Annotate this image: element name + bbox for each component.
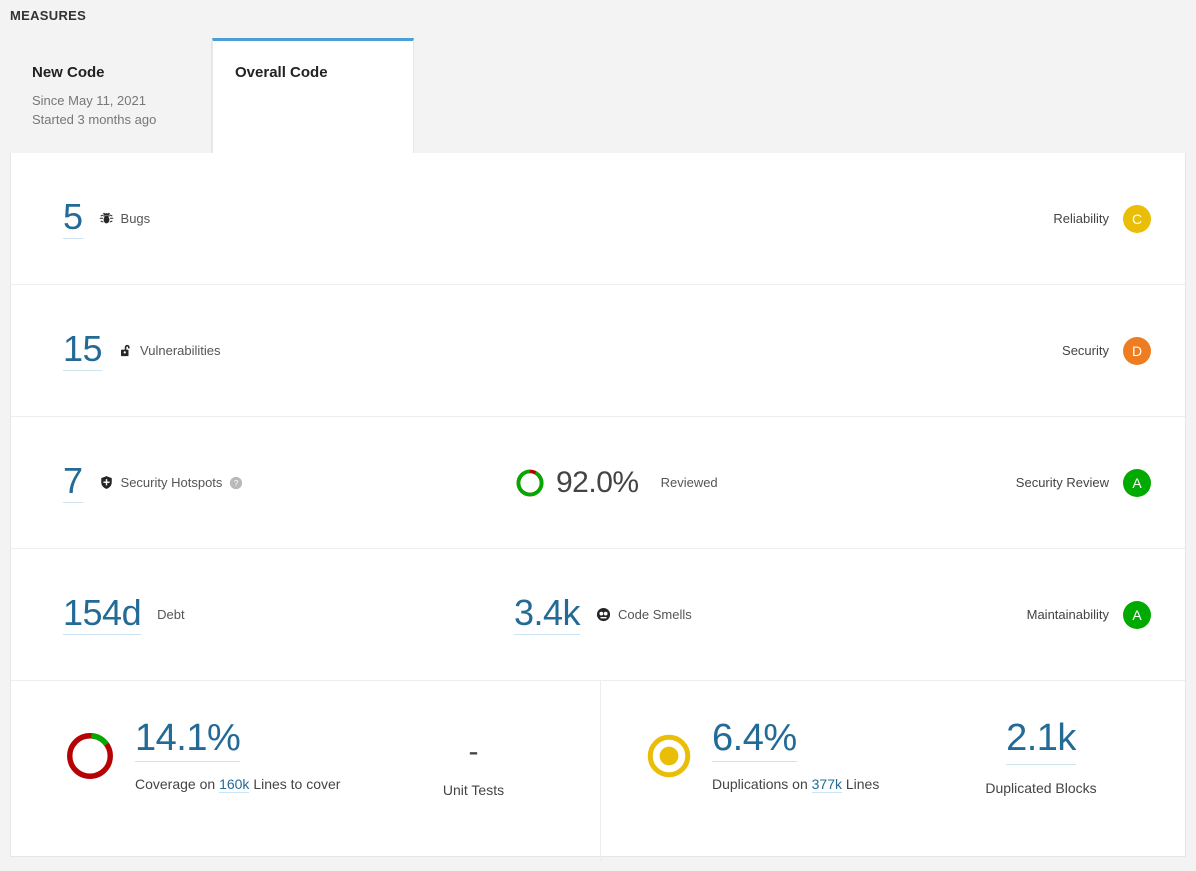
hotspots-measure: 7 Security Hotspots ? <box>63 462 244 503</box>
tab-new-code-label: New Code <box>32 64 105 81</box>
code-period-tabs: New Code Since May 11, 2021 Started 3 mo… <box>10 38 1186 154</box>
reviewed-label: Reviewed <box>660 475 718 490</box>
tab-new-code-started: Started 3 months ago <box>32 112 157 127</box>
vulnerabilities-label: Vulnerabilities <box>140 343 221 358</box>
bugs-value-link[interactable]: 5 <box>63 198 83 239</box>
duplications-ring-icon <box>644 731 694 781</box>
reliability-rating: Reliability C <box>1053 204 1151 233</box>
reliability-rating-badge[interactable]: C <box>1123 204 1151 233</box>
security-rating-name: Security <box>1062 343 1109 358</box>
vulnerabilities-label-group: Vulnerabilities <box>118 343 221 358</box>
code-smells-label: Code Smells <box>618 607 692 622</box>
coverage-measure: 14.1% Coverage on 160k Lines to cover <box>63 719 341 793</box>
code-smells-measure: 3.4k Code Smells <box>514 594 692 635</box>
coverage-text: 14.1% Coverage on 160k Lines to cover <box>135 719 341 793</box>
measures-panel: 5 Bugs Reliability C 15 Vulnerabilities … <box>10 153 1186 861</box>
security-rating-badge[interactable]: D <box>1123 336 1151 365</box>
unit-tests-measure: - Unit Tests <box>421 735 526 799</box>
hotspots-label-group: Security Hotspots ? <box>99 475 244 490</box>
code-smells-label-group: Code Smells <box>596 607 692 622</box>
debt-label: Debt <box>157 607 185 622</box>
measure-row-reliability: 5 Bugs Reliability C <box>11 153 1185 285</box>
help-icon[interactable]: ? <box>229 476 243 490</box>
bug-icon <box>99 211 114 226</box>
duplications-measure: 6.4% Duplications on 377k Lines <box>644 719 880 793</box>
coverage-percent-link[interactable]: 14.1% <box>135 719 241 762</box>
duplicated-blocks-measure: 2.1k Duplicated Blocks <box>956 717 1126 796</box>
measure-row-security: 15 Vulnerabilities Security D <box>11 285 1185 417</box>
bugs-label-group: Bugs <box>99 211 151 226</box>
page-title: MEASURES <box>10 8 87 23</box>
code-smell-icon <box>596 607 611 622</box>
tab-new-code[interactable]: New Code Since May 11, 2021 Started 3 mo… <box>10 38 212 153</box>
security-review-rating-name: Security Review <box>1015 475 1109 490</box>
bugs-measure: 5 Bugs <box>63 198 151 239</box>
security-rating: Security D <box>1062 336 1151 365</box>
maintainability-rating-name: Maintainability <box>1026 607 1109 622</box>
duplications-text: 6.4% Duplications on 377k Lines <box>712 719 880 793</box>
duplications-prefix: Duplications on <box>712 776 808 792</box>
hotspots-value-link[interactable]: 7 <box>63 462 83 503</box>
code-smells-value-link[interactable]: 3.4k <box>514 594 581 635</box>
duplications-percent-link[interactable]: 6.4% <box>712 719 797 762</box>
coverage-donut-icon <box>63 729 117 783</box>
hotspots-label: Security Hotspots <box>120 475 223 490</box>
vulnerabilities-measure: 15 Vulnerabilities <box>63 330 221 371</box>
bugs-label: Bugs <box>120 211 151 226</box>
svg-text:?: ? <box>234 478 239 488</box>
tab-overall-code[interactable]: Overall Code <box>212 38 414 153</box>
coverage-sub-line: Coverage on 160k Lines to cover <box>135 776 341 793</box>
reviewed-donut-icon <box>514 467 546 499</box>
duplicated-lines-link[interactable]: 377k <box>811 776 842 793</box>
vulnerabilities-value-link[interactable]: 15 <box>63 330 103 371</box>
open-padlock-icon <box>118 343 133 358</box>
debt-value-link[interactable]: 154d <box>63 594 142 635</box>
lines-to-cover-link[interactable]: 160k <box>219 776 250 793</box>
tab-new-code-since: Since May 11, 2021 <box>32 93 146 108</box>
measures-page: MEASURES New Code Since May 11, 2021 Sta… <box>0 0 1196 871</box>
maintainability-rating-badge[interactable]: A <box>1123 600 1151 629</box>
reviewed-percent: 92.0% <box>556 465 639 499</box>
coverage-panel: 14.1% Coverage on 160k Lines to cover - … <box>11 681 600 861</box>
hotspots-reviewed-measure: 92.0% Reviewed <box>514 467 718 499</box>
maintainability-rating: Maintainability A <box>1026 600 1151 629</box>
security-review-rating: Security Review A <box>1015 468 1151 497</box>
coverage-suffix: Lines to cover <box>253 776 341 792</box>
debt-measure: 154d Debt <box>63 594 185 635</box>
duplications-panel: 6.4% Duplications on 377k Lines 2.1k Dup… <box>600 681 1185 861</box>
coverage-prefix: Coverage on <box>135 776 216 792</box>
reliability-rating-name: Reliability <box>1053 211 1109 226</box>
unit-tests-label: Unit Tests <box>442 782 505 798</box>
duplications-sub-line: Duplications on 377k Lines <box>712 776 880 793</box>
measure-row-coverage-duplications: 14.1% Coverage on 160k Lines to cover - … <box>11 681 1185 861</box>
measure-row-security-review: 7 Security Hotspots ? 92.0% Reviewed Sec… <box>11 417 1185 549</box>
unit-tests-value: - <box>468 735 479 768</box>
duplications-suffix: Lines <box>845 776 880 792</box>
duplicated-blocks-value-link[interactable]: 2.1k <box>1006 717 1076 765</box>
tab-overall-code-label: Overall Code <box>235 64 328 81</box>
measure-row-maintainability: 154d Debt 3.4k Code Smells Maintainabili… <box>11 549 1185 681</box>
duplicated-blocks-label: Duplicated Blocks <box>985 780 1097 796</box>
shield-icon <box>99 475 114 490</box>
security-review-rating-badge[interactable]: A <box>1123 468 1151 497</box>
